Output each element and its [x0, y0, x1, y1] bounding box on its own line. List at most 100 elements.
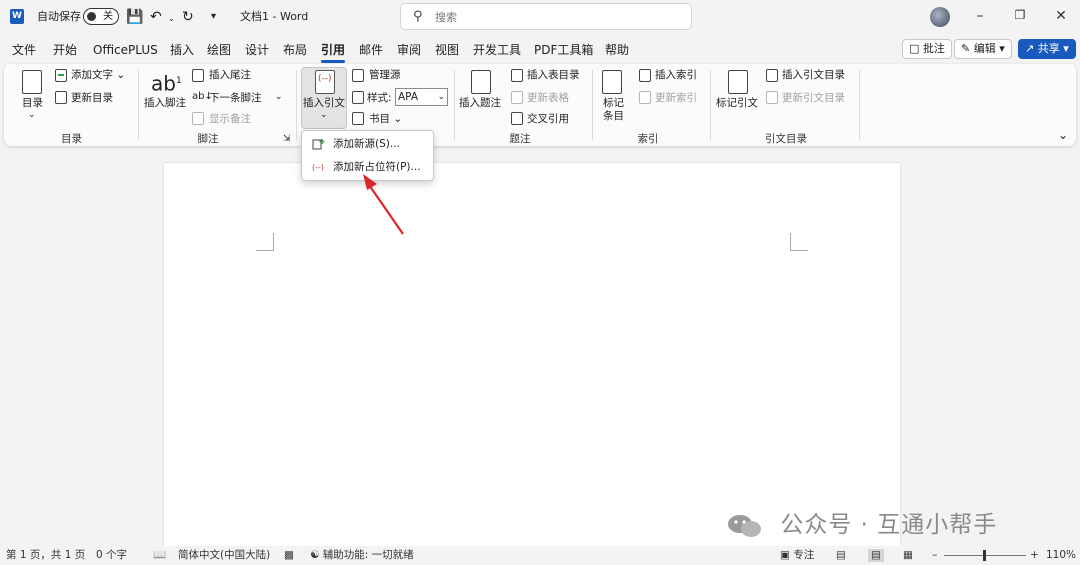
show-notes-button[interactable]: 显示备注	[209, 112, 251, 126]
language-indicator[interactable]: 简体中文(中国大陆)	[178, 549, 270, 562]
document-page[interactable]	[164, 163, 900, 548]
autosave-toggle[interactable]: 关	[83, 8, 119, 25]
undo-icon[interactable]: ↶	[150, 9, 162, 25]
focus-label: 专注	[793, 549, 815, 561]
comments-button[interactable]: □ 批注	[902, 39, 952, 59]
menu-item-add-new-source[interactable]: 添加新源(S)...	[302, 133, 433, 155]
update-toc-button[interactable]: 更新目录	[71, 91, 113, 105]
insert-caption-icon	[471, 70, 491, 94]
accessibility-icon: ☯	[310, 549, 320, 561]
tab-references[interactable]: 引用	[321, 42, 346, 63]
page-info[interactable]: 第 1 页，共 1 页	[6, 549, 85, 562]
mark-citation-button[interactable]: 标记引文	[716, 96, 758, 110]
insert-index-button[interactable]: 插入索引	[655, 68, 697, 82]
proofing-icon[interactable]: 📖	[153, 549, 166, 562]
toc-dropdown-icon[interactable]: ⌄	[28, 108, 36, 122]
tab-layout[interactable]: 布局	[283, 42, 307, 60]
group-separator	[454, 70, 455, 140]
redo-icon[interactable]: ↻	[182, 9, 194, 25]
wechat-logo-icon	[728, 514, 761, 537]
watermark-text: 公众号 · 互通小帮手	[780, 512, 998, 538]
citation-brace-icon: (--)	[318, 74, 332, 84]
collapse-ribbon-icon[interactable]: ⌄	[1058, 128, 1068, 142]
tab-home[interactable]: 开始	[53, 42, 77, 60]
word-app-icon: W	[10, 9, 24, 24]
group-separator	[859, 70, 860, 140]
update-table-button[interactable]: 更新表格	[527, 91, 569, 105]
update-index-button[interactable]: 更新索引	[655, 91, 697, 105]
tab-officeplus[interactable]: OfficePLUS	[93, 42, 158, 60]
style-icon	[352, 91, 364, 104]
minimize-icon[interactable]: –	[970, 8, 990, 24]
tab-pdf-tools[interactable]: PDF工具箱	[534, 42, 593, 60]
manage-sources-icon	[352, 69, 364, 82]
ribbon-references: 目录 ⌄ 添加文字 ⌄ 更新目录 目录 ab1 插入脚注 插入尾注 ab↓ 下一…	[4, 64, 1076, 146]
mark-citation-icon	[728, 70, 748, 94]
search-placeholder: 搜索	[435, 11, 457, 24]
restore-icon[interactable]: ❐	[1010, 8, 1030, 22]
mark-entry-button-line2[interactable]: 条目	[603, 109, 624, 123]
accessibility-status[interactable]: ☯ 辅助功能: 一切就绪	[310, 549, 414, 562]
footnotes-launcher-icon[interactable]: ⇲	[283, 132, 291, 146]
insert-footnote-button[interactable]: 插入脚注	[144, 96, 186, 110]
citation-style-select[interactable]: APA ⌄	[395, 88, 448, 106]
group-label-index: 索引	[637, 133, 659, 145]
tab-review[interactable]: 审阅	[397, 42, 421, 60]
editing-button[interactable]: ✎ 编辑 ▾	[954, 39, 1012, 59]
tab-developer[interactable]: 开发工具	[473, 42, 521, 60]
update-toc-icon	[55, 91, 67, 104]
update-table-icon	[511, 91, 523, 104]
tab-insert[interactable]: 插入	[170, 42, 194, 60]
update-toa-button[interactable]: 更新引文目录	[782, 91, 845, 105]
insert-caption-button[interactable]: 插入题注	[459, 96, 501, 110]
insert-citation-icon: (--)	[315, 70, 335, 94]
user-avatar[interactable]	[930, 7, 950, 27]
insert-table-of-figures-icon	[511, 69, 523, 82]
cross-reference-button[interactable]: 交叉引用	[527, 112, 569, 126]
undo-dropdown-icon[interactable]: ⌄	[168, 11, 175, 27]
bibliography-button[interactable]: 书目 ⌄	[369, 112, 402, 126]
print-layout-icon[interactable]: ▤	[868, 549, 884, 562]
save-icon[interactable]: 💾	[126, 9, 143, 25]
tab-mailings[interactable]: 邮件	[359, 42, 383, 60]
tab-draw[interactable]: 绘图	[207, 42, 231, 60]
autosave-state: 关	[103, 11, 113, 22]
mark-entry-button-line1[interactable]: 标记	[603, 96, 624, 110]
tab-view[interactable]: 视图	[435, 42, 459, 60]
placeholder-icon: (--)	[312, 163, 324, 172]
tab-help[interactable]: 帮助	[605, 42, 629, 60]
next-footnote-button[interactable]: 下一条脚注	[209, 91, 262, 105]
read-mode-icon[interactable]: ▤	[836, 549, 846, 562]
insert-index-icon	[639, 69, 651, 82]
next-footnote-dropdown-icon[interactable]: ⌄	[275, 90, 283, 104]
macro-icon[interactable]: ▩	[284, 549, 294, 562]
zoom-in-icon[interactable]: +	[1030, 549, 1039, 562]
zoom-slider-handle[interactable]	[983, 550, 986, 561]
insert-citation-dropdown-icon[interactable]: ⌄	[320, 108, 328, 122]
insert-table-of-figures-button[interactable]: 插入表目录	[527, 68, 580, 82]
word-count[interactable]: 0 个字	[96, 549, 127, 562]
bibliography-icon	[352, 112, 364, 125]
search-box[interactable]: ⚲ 搜索	[400, 3, 692, 30]
insert-toa-button[interactable]: 插入引文目录	[782, 68, 845, 82]
tab-file[interactable]: 文件	[12, 42, 36, 60]
share-button[interactable]: ↗ 共享 ▾	[1018, 39, 1076, 59]
zoom-out-icon[interactable]: –	[932, 549, 937, 562]
insert-toa-icon	[766, 69, 778, 82]
footnote-ab-icon: ab1	[151, 71, 182, 96]
focus-button[interactable]: ▣ 专注	[780, 549, 814, 562]
close-icon[interactable]: ✕	[1051, 8, 1071, 24]
web-layout-icon[interactable]: ▦	[903, 549, 913, 562]
customize-qat-icon[interactable]: ▾	[211, 9, 216, 25]
add-text-button[interactable]: 添加文字 ⌄	[71, 68, 125, 82]
citation-style-value: APA	[398, 91, 419, 103]
editing-label: 编辑	[973, 42, 996, 55]
manage-sources-button[interactable]: 管理源	[369, 68, 401, 82]
show-notes-icon	[192, 112, 204, 125]
insert-endnote-button[interactable]: 插入尾注	[209, 68, 251, 82]
group-separator	[138, 70, 139, 140]
zoom-level[interactable]: 110%	[1046, 549, 1076, 562]
comments-label: 批注	[922, 42, 945, 55]
tab-design[interactable]: 设计	[245, 42, 269, 60]
cross-reference-icon	[511, 112, 523, 125]
